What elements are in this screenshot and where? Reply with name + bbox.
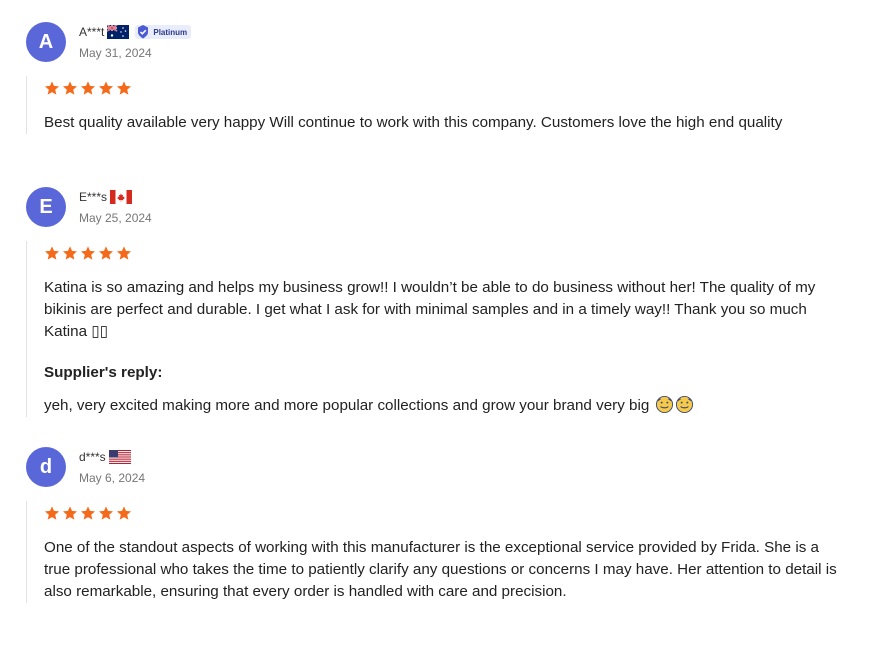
australia-flag-icon [107,25,130,39]
star-icon [117,81,131,95]
review-text: Katina is so amazing and helps my busine… [44,279,816,340]
canada-flag-icon [110,190,133,204]
usa-flag-icon [108,450,131,464]
avatar: d [26,447,66,487]
star-icon [99,246,113,260]
star-icon [63,81,77,95]
star-rating [44,501,844,523]
supplier-reply-text: yeh, very excited making more and more p… [44,395,844,417]
star-icon [99,506,113,520]
reviewer-name: A***t [79,25,105,39]
verified-check-icon [138,25,149,39]
review-text: Best quality available very happy Will c… [44,114,783,131]
avatar: A [26,22,66,62]
star-rating [44,241,844,263]
star-icon [45,246,59,260]
star-icon [81,81,95,95]
star-icon [81,506,95,520]
review-text: One of the standout aspects of working w… [44,539,837,600]
star-icon [45,506,59,520]
reply-text-content: yeh, very excited making more and more p… [44,397,650,414]
smiling-face-icon [675,395,693,414]
badge-label: Platinum [153,27,188,37]
smiling-face-icon [655,395,673,414]
platinum-badge: Platinum [135,25,192,39]
reviewer-name: d***s [79,450,106,464]
star-icon [117,246,131,260]
supplier-reply-label: Supplier's reply: [44,364,163,381]
star-icon [45,81,59,95]
review-date: May 31, 2024 [79,46,152,60]
review-date: May 25, 2024 [79,211,152,225]
review-date: May 6, 2024 [79,471,146,485]
star-icon [63,506,77,520]
star-icon [81,246,95,260]
reviewer-name: E***s [79,190,108,204]
star-icon [99,81,113,95]
star-icon [63,246,77,260]
avatar: E [26,187,66,227]
star-rating [44,76,844,98]
star-icon [117,506,131,520]
